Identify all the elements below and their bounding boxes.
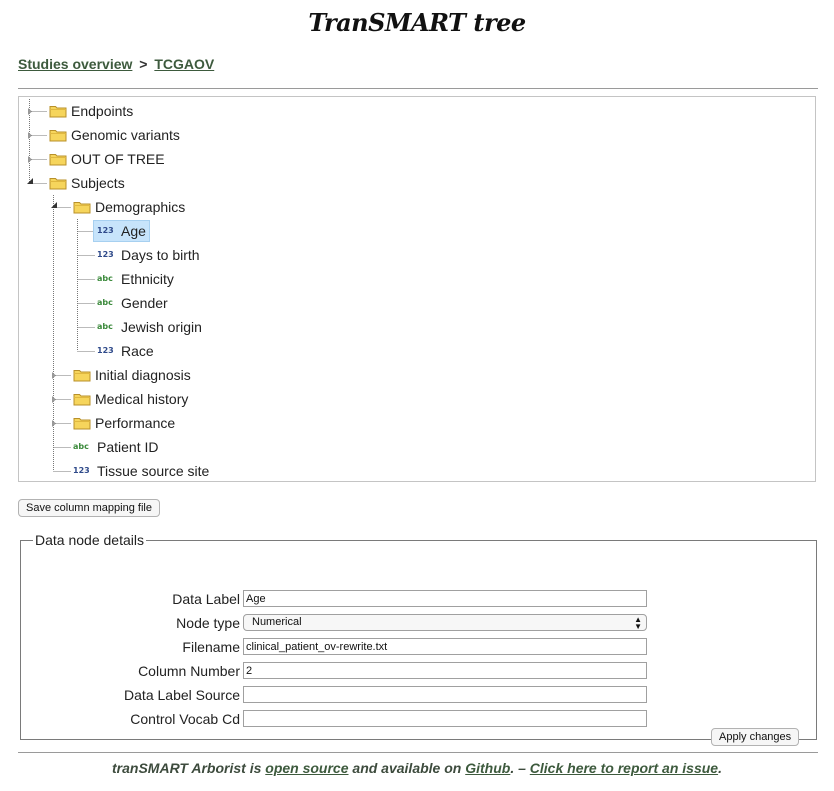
- field-row-column-number: Column Number: [21, 662, 818, 680]
- field-row-data-label-source: Data Label Source: [21, 686, 818, 704]
- tree-node-gender[interactable]: abc Gender: [97, 292, 168, 314]
- tree-node-label: Jewish origin: [121, 319, 202, 335]
- select-arrows-icon: ▲ ▼: [634, 615, 642, 631]
- footer: tranSMART Arborist is open source and av…: [0, 760, 834, 776]
- folder-icon: [49, 106, 67, 118]
- breadcrumb: Studies overview > TCGAOV: [18, 56, 214, 72]
- tree-node-demographics[interactable]: Demographics: [73, 196, 185, 218]
- footer-text-4: .: [718, 760, 722, 776]
- tree-node-ethnicity[interactable]: abc Ethnicity: [97, 268, 174, 290]
- tree-node-label: Performance: [95, 415, 176, 431]
- footer-divider: [18, 752, 818, 753]
- numeric-type-icon: 123: [97, 250, 114, 259]
- categorical-type-icon: abc: [73, 442, 89, 451]
- column-number-input[interactable]: [243, 662, 647, 679]
- folder-icon: [73, 394, 91, 406]
- tree-node-subjects[interactable]: Subjects: [49, 172, 125, 194]
- tree-node-label: Days to birth: [121, 247, 200, 263]
- tree-node-days-to-birth[interactable]: 123 Days to birth: [97, 244, 200, 266]
- column-number-label: Column Number: [138, 663, 240, 679]
- tree-node-label: Race: [121, 343, 154, 359]
- breadcrumb-studies-link[interactable]: Studies overview: [18, 56, 132, 72]
- data-label-source-label: Data Label Source: [124, 687, 240, 703]
- tree-node-label: Demographics: [95, 199, 186, 215]
- breadcrumb-study-link[interactable]: TCGAOV: [154, 56, 214, 72]
- categorical-type-icon: abc: [97, 298, 113, 307]
- folder-icon: [73, 202, 91, 214]
- node-type-selected-value: Numerical: [252, 616, 302, 628]
- tree-node-initial-diagnosis[interactable]: Initial diagnosis: [73, 364, 191, 386]
- control-vocab-cd-input[interactable]: [243, 710, 647, 727]
- apply-changes-button[interactable]: Apply changes: [711, 728, 800, 746]
- github-link[interactable]: Github: [465, 760, 510, 776]
- tree-node-label: Age: [121, 223, 146, 239]
- categorical-type-icon: abc: [97, 274, 113, 283]
- tree-node-race[interactable]: 123 Race: [97, 340, 154, 362]
- report-issue-link[interactable]: Click here to report an issue: [530, 760, 718, 776]
- tree-node-label: Gender: [121, 295, 168, 311]
- footer-text-3: . –: [510, 760, 530, 776]
- tree-node-medical-history[interactable]: Medical history: [73, 388, 188, 410]
- tree-node-label: Endpoints: [71, 103, 134, 119]
- tree-node-label: OUT OF TREE: [71, 151, 165, 167]
- tree-node-label: Medical history: [95, 391, 189, 407]
- tree-node-label: Ethnicity: [121, 271, 174, 287]
- tree-node-jewish-origin[interactable]: abc Jewish origin: [97, 316, 202, 338]
- folder-icon: [73, 418, 91, 430]
- tree-node-patient-id[interactable]: abc Patient ID: [73, 436, 158, 458]
- save-column-mapping-button[interactable]: Save column mapping file: [18, 499, 160, 517]
- field-row-node-type: Node type Numerical ▲ ▼: [21, 614, 818, 632]
- header-divider: [18, 88, 818, 89]
- numeric-type-icon: 123: [97, 346, 114, 355]
- tree-node-endpoints[interactable]: Endpoints: [49, 100, 133, 122]
- node-type-select[interactable]: Numerical ▲ ▼: [243, 614, 647, 631]
- filename-label: Filename: [182, 639, 240, 655]
- tree-node-label: Initial diagnosis: [95, 367, 191, 383]
- tree-node-label: Patient ID: [97, 439, 159, 455]
- folder-icon: [73, 370, 91, 382]
- footer-text-1: tranSMART Arborist is: [112, 760, 266, 776]
- control-vocab-cd-label: Control Vocab Cd: [130, 711, 240, 727]
- node-type-label: Node type: [176, 615, 240, 631]
- details-legend: Data node details: [35, 532, 144, 548]
- tree-node-performance[interactable]: Performance: [73, 412, 175, 434]
- footer-text-2: and available on: [348, 760, 466, 776]
- tree-node-age[interactable]: 123 Age: [93, 220, 150, 242]
- field-row-control-vocab-cd: Control Vocab Cd: [21, 710, 818, 728]
- categorical-type-icon: abc: [97, 322, 113, 331]
- data-label-input[interactable]: [243, 590, 647, 607]
- folder-icon: [49, 130, 67, 142]
- tree-node-label: Tissue source site: [97, 463, 210, 479]
- concept-tree[interactable]: Endpoints Genomic variants OUT OF TREE Subj…: [18, 96, 816, 482]
- filename-input[interactable]: [243, 638, 647, 655]
- tree-node-tissue-source-site[interactable]: 123 Tissue source site: [73, 460, 210, 481]
- field-row-filename: Filename: [21, 638, 818, 656]
- data-label-label: Data Label: [172, 591, 240, 607]
- folder-icon: [49, 178, 67, 190]
- numeric-type-icon: 123: [97, 226, 114, 235]
- open-source-link[interactable]: open source: [265, 760, 348, 776]
- tree-node-out-of-tree[interactable]: OUT OF TREE: [49, 148, 165, 170]
- data-label-source-input[interactable]: [243, 686, 647, 703]
- numeric-type-icon: 123: [73, 466, 90, 475]
- breadcrumb-separator: >: [139, 56, 148, 72]
- data-node-details: Data node details Data Label Node type N…: [20, 532, 818, 746]
- tree-node-label: Subjects: [71, 175, 125, 191]
- tree-node-genomic-variants[interactable]: Genomic variants: [49, 124, 180, 146]
- page-title: TranSMART tree: [308, 8, 526, 37]
- field-row-data-label: Data Label: [21, 590, 818, 608]
- folder-icon: [49, 154, 67, 166]
- tree-node-label: Genomic variants: [71, 127, 180, 143]
